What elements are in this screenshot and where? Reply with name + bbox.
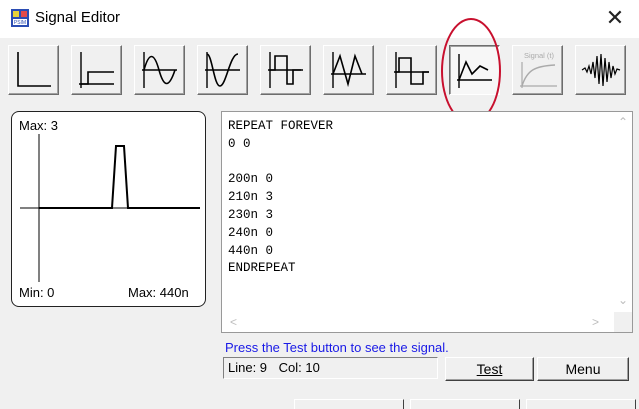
editor-line[interactable]: 240n 0 <box>228 225 333 243</box>
scroll-left-icon[interactable]: < <box>230 316 237 328</box>
editor-line[interactable]: 0 0 <box>228 136 333 154</box>
line-indicator: Line: 9 <box>228 360 268 375</box>
square-wave-button[interactable] <box>386 45 437 95</box>
preview-max-value: Max: 3 <box>19 118 59 133</box>
sine-icon <box>142 52 177 88</box>
hint-text: Press the Test button to see the signal. <box>225 340 449 355</box>
signal-preview: Max: 3 Min: 0 Max: 440n <box>11 111 206 307</box>
signal-text-editor[interactable]: REPEAT FOREVER 0 0 200n 0 210n 3 230n 3 240n… <box>221 111 633 333</box>
window-title: Signal Editor <box>35 9 121 26</box>
app-icon: PSIM <box>11 9 29 27</box>
vertical-scrollbar[interactable]: ⌃ ⌄ <box>614 112 632 312</box>
offset-step-icon <box>79 52 114 88</box>
editor-line[interactable]: 210n 3 <box>228 189 333 207</box>
title-bar: PSIM Signal Editor ✕ <box>0 0 639 38</box>
scroll-up-icon[interactable]: ⌃ <box>618 116 628 128</box>
column-indicator: Col: 10 <box>278 360 320 375</box>
noise-burst-button[interactable] <box>575 45 626 95</box>
noise-burst-icon <box>581 53 621 87</box>
preview-plot <box>20 134 200 282</box>
editor-line[interactable]: ENDREPEAT <box>228 260 333 278</box>
piecewise-linear-icon <box>457 54 492 88</box>
square-pulse-button[interactable] <box>260 45 311 95</box>
offset-step-button[interactable] <box>71 45 122 95</box>
cosine-button[interactable] <box>197 45 248 95</box>
step-icon <box>17 52 51 87</box>
cosine-icon <box>205 52 240 88</box>
editor-content[interactable]: REPEAT FOREVER 0 0 200n 0 210n 3 230n 3 240n… <box>228 118 333 278</box>
editor-line[interactable]: 440n 0 <box>228 243 333 261</box>
signal-t-button[interactable]: Signal (t) <box>512 45 563 95</box>
editor-line[interactable]: 200n 0 <box>228 171 333 189</box>
bottom-button-3[interactable] <box>526 399 636 409</box>
square-wave-icon <box>394 52 429 88</box>
editor-line[interactable] <box>228 154 333 172</box>
square-pulse-icon <box>268 52 303 88</box>
close-button[interactable]: ✕ <box>600 4 630 32</box>
bottom-button-2[interactable] <box>410 399 520 409</box>
scrollbar-corner <box>614 312 632 332</box>
bottom-button-1[interactable] <box>294 399 404 409</box>
editor-line[interactable]: 230n 3 <box>228 207 333 225</box>
scroll-down-icon[interactable]: ⌄ <box>618 294 628 306</box>
step-button[interactable] <box>8 45 59 95</box>
preview-max-time: Max: 440n <box>128 285 189 300</box>
menu-button[interactable]: Menu <box>537 357 629 381</box>
cursor-status: Line: 9 Col: 10 <box>223 357 438 379</box>
sine-button[interactable] <box>134 45 185 95</box>
scroll-right-icon[interactable]: > <box>592 316 599 328</box>
horizontal-scrollbar[interactable]: < > <box>222 312 616 332</box>
svg-text:PSIM: PSIM <box>14 20 26 26</box>
editor-line[interactable]: REPEAT FOREVER <box>228 118 333 136</box>
menu-button-label: Menu <box>565 361 601 377</box>
preview-min-value: Min: 0 <box>19 285 55 300</box>
close-icon: ✕ <box>605 5 625 30</box>
test-button[interactable]: Test <box>445 357 534 381</box>
triangle-icon <box>331 52 366 88</box>
signal-t-icon: Signal (t) <box>520 51 557 88</box>
piecewise-linear-button[interactable] <box>449 45 500 95</box>
svg-text:Signal (t): Signal (t) <box>524 51 555 60</box>
test-button-label: Test <box>476 361 503 377</box>
triangle-button[interactable] <box>323 45 374 95</box>
